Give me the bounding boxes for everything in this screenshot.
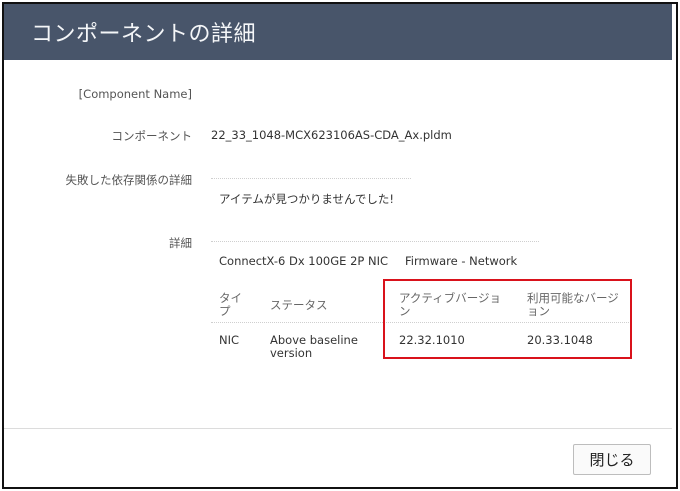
dialog-frame — [2, 2, 678, 489]
component-value: 22_33_1048-MCX623106AS-CDA_Ax.pldm — [211, 128, 452, 142]
close-button[interactable]: 閉じる — [573, 444, 651, 475]
dialog-header: コンポーネントの詳細 — [4, 4, 672, 60]
table-header-type: タイプ — [219, 291, 242, 318]
table-cell-status: Above baseline version — [270, 333, 358, 360]
footer-divider — [4, 428, 672, 429]
failed-deps-value: アイテムが見つかりませんでした! — [219, 192, 395, 206]
table-header-status: ステータス — [270, 298, 328, 312]
component-label: コンポーネント — [111, 129, 193, 143]
device-name: ConnectX-6 Dx 100GE 2P NIC — [219, 254, 389, 268]
failed-deps-label: 失敗した依存関係の詳細 — [65, 173, 193, 187]
component-name-label: [Component Name] — [78, 87, 192, 101]
details-label: 詳細 — [169, 236, 192, 250]
dialog-title: コンポーネントの詳細 — [31, 22, 257, 47]
divider — [211, 241, 539, 242]
divider — [211, 178, 411, 179]
highlight-box — [383, 279, 632, 359]
table-cell-type: NIC — [219, 333, 240, 347]
device-category: Firmware - Network — [405, 254, 518, 268]
